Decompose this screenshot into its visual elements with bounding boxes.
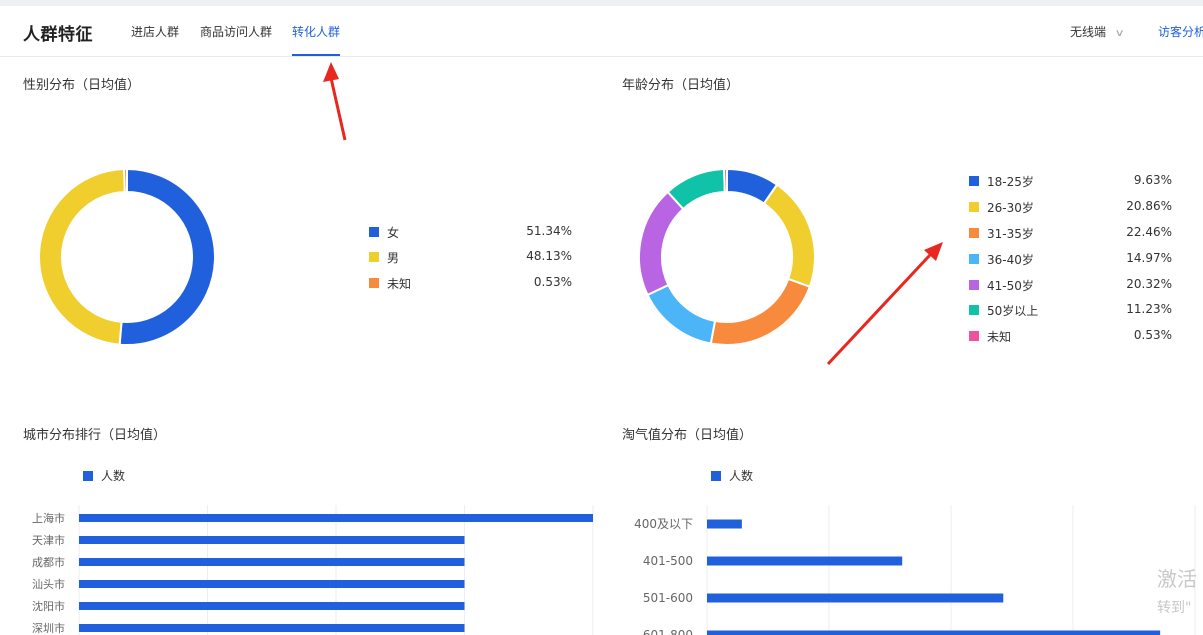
legend-swatch bbox=[969, 202, 979, 212]
legend-label: 50岁以上 bbox=[987, 304, 1039, 318]
legend-value: 22.46% bbox=[1126, 225, 1172, 239]
category-label: 沈阳市 bbox=[32, 599, 65, 613]
legend-value: 0.53% bbox=[533, 275, 572, 289]
category-label: 401-500 bbox=[643, 554, 693, 568]
donut-slice[interactable] bbox=[709, 277, 812, 346]
legend-swatch bbox=[969, 280, 979, 290]
gender-legend-item[interactable]: 未知 0.53% bbox=[369, 275, 572, 291]
bar[interactable] bbox=[79, 580, 465, 588]
legend-label: 人数 bbox=[101, 469, 126, 483]
age-donut-chart bbox=[638, 167, 816, 346]
bar[interactable] bbox=[79, 558, 465, 566]
category-label: 400及以下 bbox=[634, 517, 693, 531]
legend-swatch bbox=[369, 252, 379, 262]
legend-label: 男 bbox=[387, 251, 400, 265]
activation-watermark-subtitle: 转到" bbox=[1157, 600, 1192, 616]
donut-slice[interactable] bbox=[638, 190, 685, 297]
bar[interactable] bbox=[707, 630, 1161, 635]
legend-swatch bbox=[969, 305, 979, 315]
legend-value: 9.63% bbox=[1133, 173, 1172, 187]
bar[interactable] bbox=[79, 536, 465, 544]
category-label: 上海市 bbox=[32, 511, 65, 525]
legend-label: 41-50岁 bbox=[987, 279, 1034, 293]
age-legend-item[interactable]: 18-25岁 9.63% bbox=[969, 173, 1172, 189]
legend-value: 11.23% bbox=[1126, 302, 1172, 316]
legend-value: 20.86% bbox=[1126, 199, 1172, 213]
bar[interactable] bbox=[79, 514, 593, 522]
donut-slice[interactable] bbox=[646, 283, 717, 345]
legend-swatch bbox=[969, 331, 979, 341]
legend-label: 26-30岁 bbox=[987, 201, 1034, 215]
category-label: 501-600 bbox=[643, 591, 693, 605]
legend-swatch bbox=[369, 227, 379, 237]
taoqi-bar-chart: 400及以下 401-500 501-600 601-800 bbox=[634, 505, 1196, 635]
annotation-arrow-tab bbox=[323, 62, 347, 141]
legend-value: 14.97% bbox=[1126, 251, 1172, 265]
donut-slice[interactable] bbox=[118, 167, 217, 346]
annotation-arrow-age bbox=[826, 242, 943, 366]
legend-label: 女 bbox=[387, 226, 400, 240]
city-chart-legend[interactable]: 人数 bbox=[83, 467, 125, 484]
gender-legend-item[interactable]: 男 48.13% bbox=[369, 249, 572, 265]
legend-swatch bbox=[83, 471, 93, 481]
category-label: 成都市 bbox=[32, 555, 65, 569]
category-label: 汕头市 bbox=[32, 577, 65, 591]
donut-slice[interactable] bbox=[723, 167, 728, 194]
age-legend-item[interactable]: 36-40岁 14.97% bbox=[969, 251, 1172, 267]
legend-value: 48.13% bbox=[526, 249, 572, 263]
age-legend-item[interactable]: 31-35岁 22.46% bbox=[969, 225, 1172, 241]
donut-slice[interactable] bbox=[38, 168, 126, 346]
bar[interactable] bbox=[707, 519, 742, 529]
legend-label: 未知 bbox=[987, 330, 1012, 344]
age-legend-item[interactable]: 26-30岁 20.86% bbox=[969, 199, 1172, 215]
city-bar-chart: 上海市天津市成都市汕头市沈阳市深圳市 bbox=[32, 505, 594, 635]
category-label: 天津市 bbox=[32, 533, 65, 547]
legend-label: 36-40岁 bbox=[987, 253, 1034, 267]
gender-donut-chart bbox=[38, 167, 217, 346]
taoqi-chart-legend[interactable]: 人数 bbox=[711, 467, 753, 484]
legend-swatch bbox=[969, 176, 979, 186]
legend-value: 0.53% bbox=[1133, 328, 1172, 342]
category-label: 601-800 bbox=[643, 628, 693, 635]
legend-swatch bbox=[969, 254, 979, 264]
legend-swatch bbox=[711, 471, 721, 481]
legend-swatch bbox=[369, 278, 379, 288]
bar[interactable] bbox=[79, 602, 465, 610]
legend-value: 51.34% bbox=[526, 224, 572, 238]
bar[interactable] bbox=[707, 593, 1004, 603]
donut-slice[interactable] bbox=[762, 183, 816, 289]
age-legend-item[interactable]: 41-50岁 20.32% bbox=[969, 277, 1172, 293]
age-legend-item[interactable]: 50岁以上 11.23% bbox=[969, 302, 1172, 318]
gender-legend-item[interactable]: 女 51.34% bbox=[369, 224, 572, 240]
legend-label: 人数 bbox=[729, 469, 754, 483]
legend-label: 未知 bbox=[387, 277, 412, 291]
donut-slice[interactable] bbox=[123, 167, 128, 194]
age-legend-item[interactable]: 未知 0.53% bbox=[969, 328, 1172, 344]
legend-label: 18-25岁 bbox=[987, 175, 1034, 189]
legend-label: 31-35岁 bbox=[987, 227, 1034, 241]
activation-watermark: 激活 bbox=[1157, 567, 1197, 591]
bar[interactable] bbox=[707, 556, 903, 566]
bar[interactable] bbox=[79, 624, 465, 632]
legend-swatch bbox=[969, 228, 979, 238]
legend-value: 20.32% bbox=[1126, 277, 1172, 291]
category-label: 深圳市 bbox=[32, 621, 65, 635]
